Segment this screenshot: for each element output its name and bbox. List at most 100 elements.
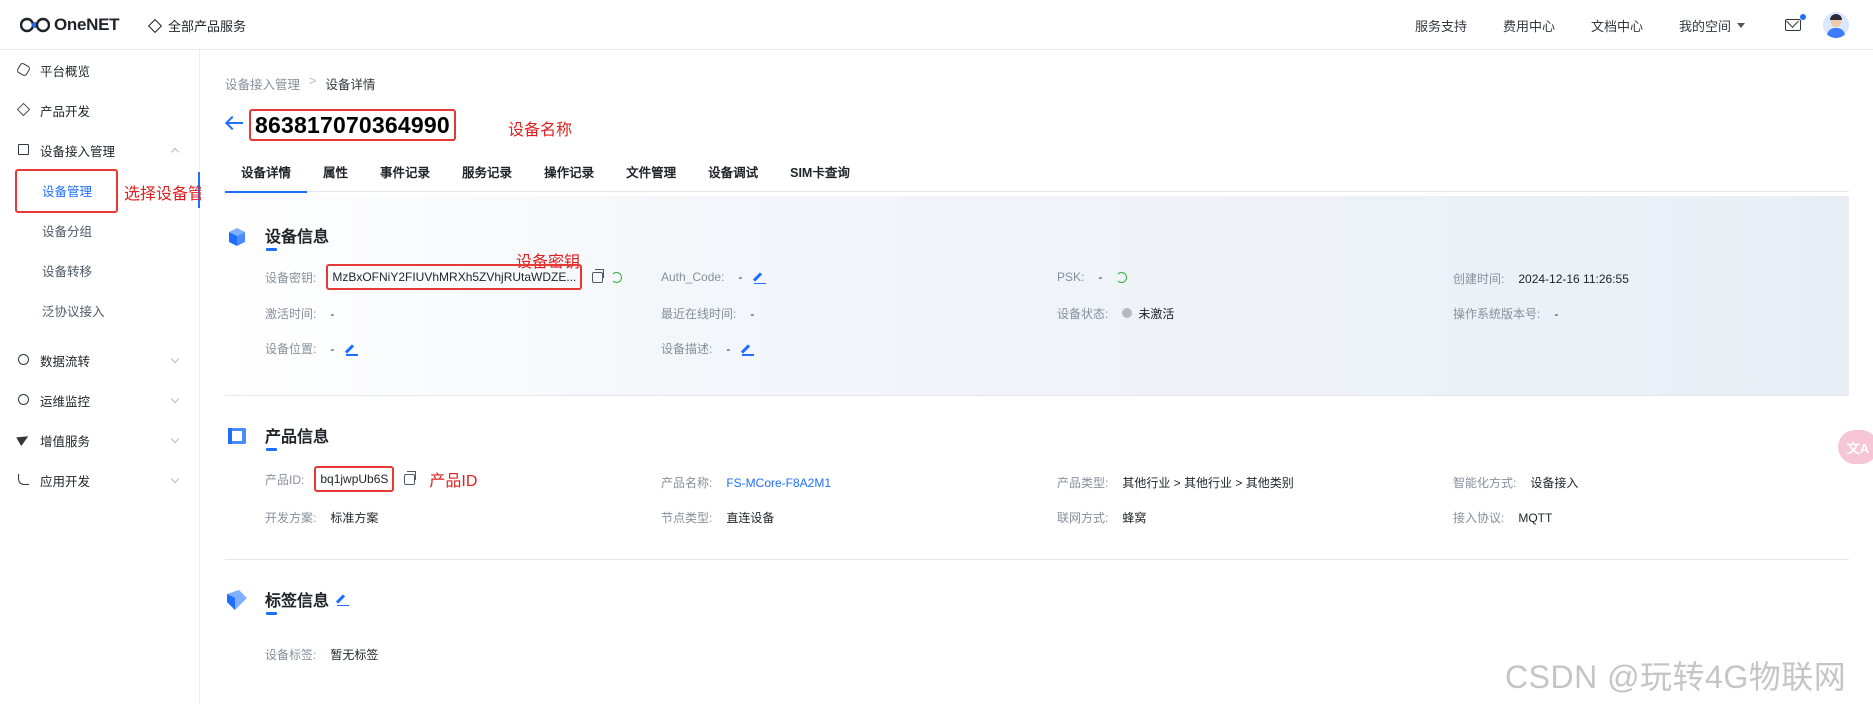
sidebar-sub-generic-protocol[interactable]: 泛协议接入 — [0, 292, 200, 328]
sidebar-item-label: 产品开发 — [40, 104, 91, 119]
title-underline — [266, 612, 277, 615]
created-time-row: 创建时间: 2024-12-16 11:26:55 — [1453, 270, 1629, 287]
tab-files[interactable]: 文件管理 — [610, 158, 692, 192]
main-content: 设备接入管理 > 设备详情 863817070364990 设备名称 设备详情 … — [201, 50, 1873, 704]
title-underline — [266, 448, 277, 451]
device-desc-value: - — [726, 341, 731, 356]
sidebar-item-ops-monitor[interactable]: 运维监控 — [0, 382, 200, 418]
os-version-value: - — [1554, 306, 1559, 321]
sidebar-sub-device-transfer[interactable]: 设备转移 — [0, 252, 200, 288]
device-location-row: 设备位置: - — [265, 340, 359, 357]
sidebar-item-product-dev[interactable]: 产品开发 — [0, 92, 200, 128]
tab-device-detail[interactable]: 设备详情 — [225, 158, 308, 193]
smart-mode-value: 设备接入 — [1530, 476, 1579, 490]
sidebar-item-label: 运维监控 — [40, 394, 91, 409]
status-text: 未激活 — [1138, 307, 1175, 321]
avatar[interactable] — [1823, 12, 1849, 38]
device-tags-value: 暂无标签 — [330, 648, 379, 662]
breadcrumb-parent[interactable]: 设备接入管理 — [225, 74, 300, 93]
product-name-label: 产品名称: — [661, 476, 713, 490]
dev-plan-label: 开发方案: — [265, 511, 317, 525]
translate-float-button[interactable]: 文A — [1838, 430, 1873, 464]
edit-icon[interactable] — [754, 272, 767, 285]
my-space-dropdown[interactable]: 我的空间 — [1679, 16, 1745, 35]
tag-title-row: 标签信息 — [265, 587, 350, 611]
chevron-down-icon — [170, 434, 180, 444]
device-location-value: - — [330, 341, 335, 356]
sidebar-item-label: 增值服务 — [40, 434, 91, 449]
status-dot-icon — [1122, 308, 1133, 318]
device-name-box: 863817070364990 — [249, 109, 456, 141]
node-type-label: 节点类型: — [661, 511, 713, 525]
sidebar-item-app-dev[interactable]: 应用开发 — [0, 462, 200, 498]
breadcrumb-current: 设备详情 — [325, 78, 376, 92]
copy-icon[interactable] — [592, 268, 605, 283]
sidebar: 平台概览 产品开发 设备接入管理 设备管理 设备分组 设备转移 泛协议接入 数据… — [0, 50, 200, 704]
tab-sim-query[interactable]: SIM卡查询 — [774, 158, 866, 192]
tab-operations[interactable]: 操作记录 — [528, 158, 610, 192]
sidebar-sub-label: 设备转移 — [42, 264, 93, 279]
logo-icon — [20, 17, 50, 33]
device-tags-label: 设备标签: — [265, 648, 317, 662]
nav-billing-center[interactable]: 费用中心 — [1503, 16, 1555, 35]
tab-events[interactable]: 事件记录 — [364, 158, 446, 192]
mail-icon[interactable] — [1785, 14, 1806, 31]
sidebar-sub-device-group[interactable]: 设备分组 — [0, 212, 200, 248]
sidebar-item-overview[interactable]: 平台概览 — [0, 52, 200, 88]
sidebar-sub-label: 泛协议接入 — [42, 304, 105, 319]
device-cubes-icon — [229, 228, 245, 246]
product-id-value[interactable]: bq1jwpUb6S — [314, 466, 395, 492]
activated-time-value: - — [330, 306, 335, 321]
tab-properties[interactable]: 属性 — [307, 158, 364, 192]
device-status-label: 设备状态: — [1057, 307, 1109, 321]
caret-down-icon — [1737, 22, 1745, 28]
edit-icon[interactable] — [337, 594, 350, 607]
protocol-row: 接入协议: MQTT — [1453, 509, 1552, 526]
annotation-box-device-manage — [15, 169, 118, 213]
edit-icon[interactable] — [742, 344, 755, 356]
copy-icon[interactable] — [404, 470, 417, 485]
os-version-row: 操作系统版本号: - — [1453, 305, 1558, 322]
nav-service-support[interactable]: 服务支持 — [1415, 16, 1467, 35]
node-type-row: 节点类型: 直连设备 — [661, 509, 774, 526]
product-name-link[interactable]: FS-MCore-F8A2M1 — [726, 476, 831, 490]
sidebar-item-data-flow[interactable]: 数据流转 — [0, 342, 200, 378]
logo-text: OneNET — [54, 15, 120, 34]
sidebar-item-device-access[interactable]: 设备接入管理 — [0, 132, 200, 168]
my-space-label: 我的空间 — [1678, 18, 1731, 34]
sidebar-sub-label: 设备分组 — [42, 224, 93, 239]
clock-icon — [18, 394, 30, 406]
psk-row: PSK: - — [1057, 270, 1128, 284]
chevron-up-icon — [170, 147, 180, 157]
device-key-row: 设备密钥: MzBxOFNiY2FIUVhMRXh5ZVhjRUtaWDZE..… — [265, 264, 623, 290]
device-desc-label: 设备描述: — [661, 342, 713, 356]
edit-icon[interactable] — [346, 344, 359, 356]
tab-debug[interactable]: 设备调试 — [692, 158, 774, 192]
device-name: 863817070364990 — [255, 111, 450, 138]
device-info-title: 设备信息 — [265, 229, 330, 246]
sidebar-item-label: 数据流转 — [40, 354, 91, 369]
back-arrow-icon[interactable] — [225, 115, 243, 131]
refresh-icon[interactable] — [611, 271, 623, 283]
psk-value: - — [1098, 270, 1103, 284]
tab-services[interactable]: 服务记录 — [446, 158, 528, 192]
dev-plan-value: 标准方案 — [330, 511, 379, 525]
title-underline — [266, 248, 277, 251]
tag-info-title: 标签信息 — [265, 593, 330, 610]
sidebar-item-value-added[interactable]: 增值服务 — [0, 422, 200, 458]
product-id-label: 产品ID: — [265, 472, 305, 487]
sidebar-item-label: 平台概览 — [40, 64, 91, 79]
product-type-row: 产品类型: 其他行业 > 其他行业 > 其他类别 — [1057, 474, 1294, 491]
all-products-label: 全部产品服务 — [168, 19, 247, 34]
product-box-icon — [228, 428, 246, 444]
all-products-button[interactable]: 全部产品服务 — [147, 16, 247, 35]
created-time-label: 创建时间: — [1453, 272, 1505, 286]
device-key-value[interactable]: MzBxOFNiY2FIUVhMRXh5ZVhjRUtaWDZE... — [326, 264, 583, 290]
activated-time-row: 激活时间: - — [265, 305, 334, 322]
chevron-down-icon — [170, 474, 180, 484]
nav-docs-center[interactable]: 文档中心 — [1591, 16, 1643, 35]
refresh-icon[interactable] — [1116, 271, 1128, 283]
connection-icon — [18, 144, 30, 156]
activated-time-label: 激活时间: — [265, 307, 317, 321]
onenet-logo[interactable]: OneNET — [20, 14, 120, 36]
